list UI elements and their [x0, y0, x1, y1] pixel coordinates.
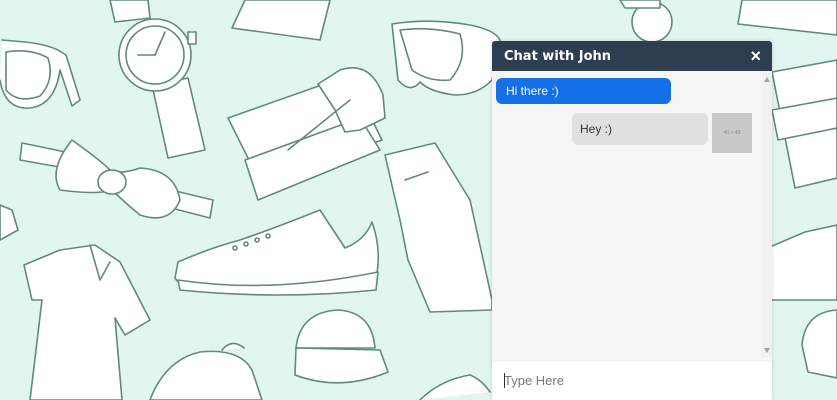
- watch-illustration-2: [619, 0, 673, 43]
- message-list[interactable]: Hi there :) Hey :) 40 × 40: [492, 71, 762, 357]
- chat-title: Chat with John: [504, 48, 612, 64]
- outgoing-message: Hey :): [572, 113, 708, 145]
- arrow-down-icon[interactable]: [764, 348, 770, 353]
- pants-illustration: [384, 142, 493, 313]
- backpack-illustration: [149, 342, 263, 400]
- cap-illustration: [294, 309, 389, 384]
- chat-header: Chat with John ×: [492, 41, 772, 71]
- message-input-area: [492, 360, 772, 400]
- incoming-message: Hi there :): [496, 78, 671, 104]
- avatar: 40 × 40: [712, 113, 752, 153]
- polo-shirt-illustration: [23, 244, 151, 400]
- watch-illustration: [109, 0, 206, 159]
- folded-shirt-illustration-2: [771, 59, 837, 189]
- chat-window: Chat with John × Hi there :) Hey :) 40 ×…: [492, 41, 772, 400]
- sunglasses-illustration-2: [391, 20, 501, 96]
- arrow-up-icon[interactable]: [764, 77, 770, 82]
- folded-shirt-illustration: [227, 67, 386, 201]
- message-input[interactable]: [492, 361, 772, 400]
- scrollbar[interactable]: [762, 71, 772, 357]
- sunglasses-illustration: [0, 39, 81, 109]
- sneaker-illustration: [174, 209, 380, 296]
- close-icon[interactable]: ×: [750, 47, 761, 65]
- text-cursor: [504, 373, 505, 388]
